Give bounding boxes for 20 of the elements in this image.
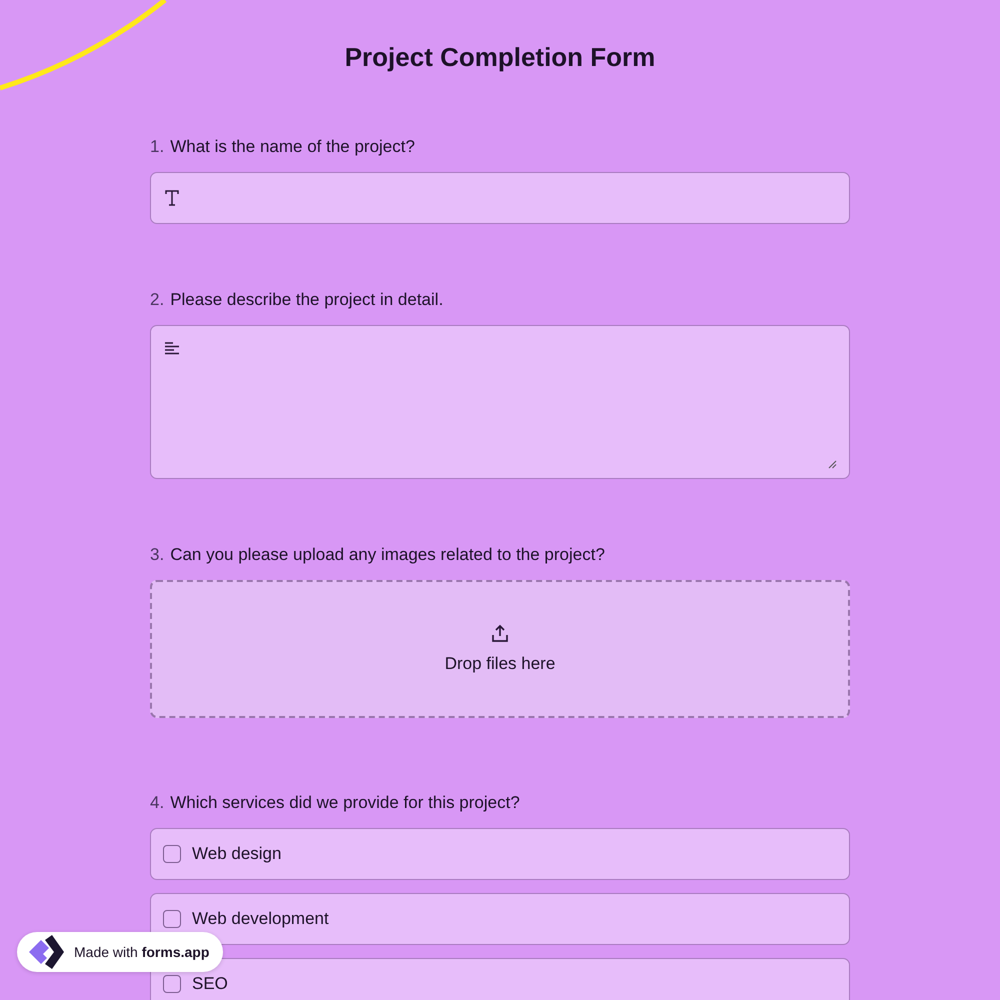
badge-text: Made with forms.app [74,944,210,960]
resize-handle-icon[interactable] [828,460,837,469]
question-label: 3. Can you please upload any images related to the project? [150,544,606,566]
text-input-field[interactable] [150,172,850,224]
drop-files-text: Drop files here [444,654,556,674]
question-label: 4. Which services did we provide for this project? [150,792,521,814]
upload-icon [490,624,510,644]
checkbox[interactable] [163,845,181,863]
checkbox[interactable] [163,975,181,993]
question-label: 2. Please describe the project in detail. [150,289,444,311]
made-with-badge[interactable]: Made with forms.app [17,932,224,972]
checkbox-option[interactable]: Web design [150,828,850,880]
file-drop-zone[interactable]: Drop files here [150,580,850,718]
form-title: Project Completion Form [344,41,656,74]
text-icon [165,190,179,206]
checkbox-option[interactable]: Web development [150,893,850,945]
paragraph-icon [165,342,179,355]
question-label: 1. What is the name of the project? [150,136,416,158]
textarea-field[interactable] [150,325,850,479]
checkbox[interactable] [163,910,181,928]
